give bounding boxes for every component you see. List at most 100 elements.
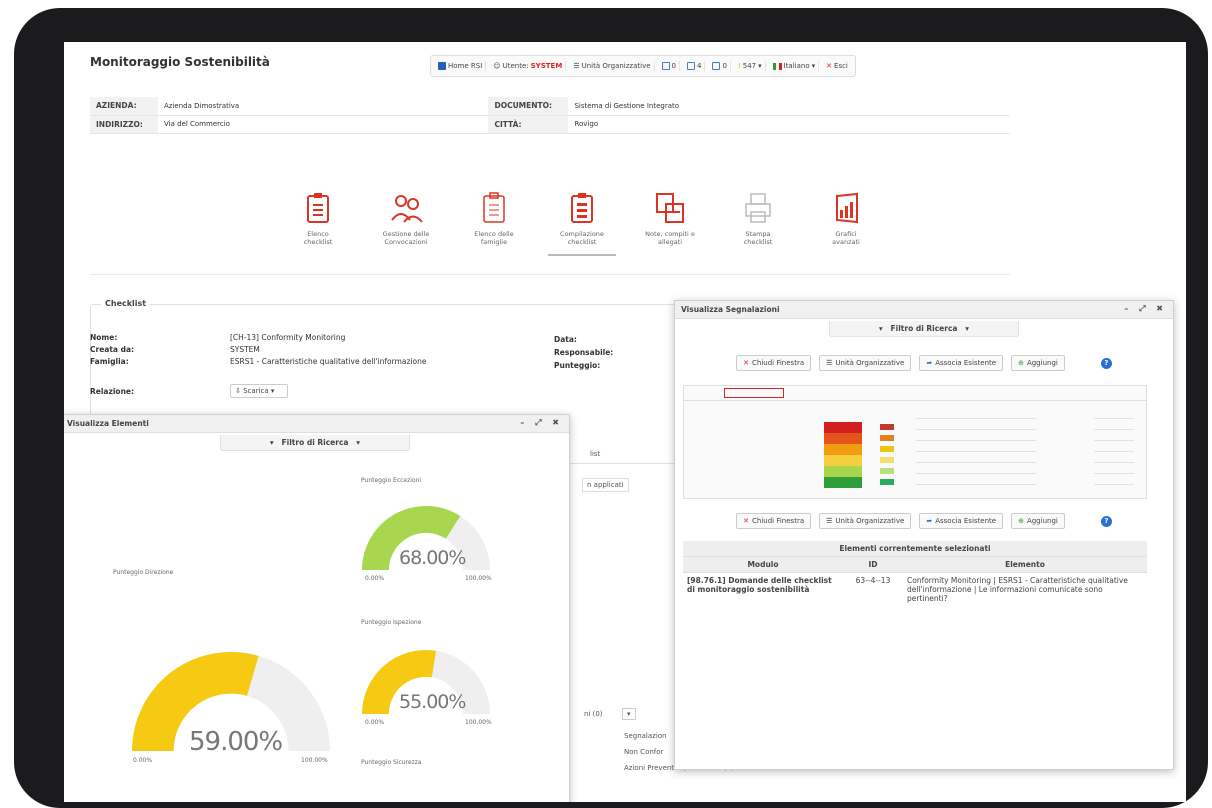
attachments-icon: [656, 193, 684, 223]
grafici-avanzati-button[interactable]: Grafici avanzati: [812, 192, 880, 256]
gauge-value: 59.00%: [189, 727, 283, 757]
close-icon: ✕: [743, 359, 750, 367]
gauge-value: 55.00%: [399, 691, 466, 713]
add-icon: ⊕: [1018, 517, 1024, 525]
unita-organizzative-button[interactable]: ☰ Unità Organizzative: [819, 513, 912, 529]
compilazione-checklist-button[interactable]: Compilazione checklist: [548, 192, 616, 256]
checklist-legend: Checklist: [101, 299, 151, 308]
elenco-famiglie-button[interactable]: Elenco delle famiglie: [460, 192, 528, 256]
exit-button[interactable]: ✕ Esci: [823, 61, 851, 71]
printer-icon: [745, 193, 771, 223]
elementi-header: Visualizza Elementi – ⤢ ✖: [64, 415, 569, 433]
data-label: Data:: [554, 335, 577, 344]
segnalazioni-filter-toggle[interactable]: ▾ Filtro di Ricerca ▾: [829, 321, 1019, 337]
close-icon: ✕: [826, 62, 833, 70]
gauge-min: 0.00%: [365, 719, 385, 726]
highlight-box: [724, 388, 784, 398]
bg-segnalazioni[interactable]: Segnalazion: [624, 732, 667, 740]
documento-value: Sistema di Gestione Integrato: [568, 97, 1010, 116]
indirizzo-value: Via del Commercio: [158, 115, 489, 134]
gestione-convocazioni-button[interactable]: Gestione delle Convocazioni: [372, 192, 440, 256]
azienda-value: Azienda Dimostrativa: [158, 97, 489, 116]
list-icon: ☰: [573, 62, 580, 70]
chiudi-finestra-button[interactable]: ✕ Chiudi Finestra: [736, 513, 812, 529]
elementi-panel: Visualizza Elementi – ⤢ ✖ ▾ Filtro di Ric…: [64, 414, 570, 802]
selected-table-title: Elementi correntemente selezionati: [683, 541, 1147, 557]
group-icon: [686, 62, 695, 70]
azienda-label: AZIENDA:: [90, 97, 158, 116]
elementi-filter-toggle[interactable]: ▾ Filtro di Ricerca ▾: [220, 435, 410, 451]
list-icon: ☰: [826, 359, 833, 367]
bg-count: ni (0): [584, 710, 603, 718]
counter-2[interactable]: 4: [684, 61, 706, 71]
note-compiti-allegati-button[interactable]: Note, compiti e allegati: [636, 192, 704, 256]
gauge-min: 0.00%: [133, 757, 153, 764]
citta-value: Rovigo: [568, 115, 1010, 134]
gauge-title: Punteggio Direzione: [113, 569, 174, 576]
app-title: Monitoraggio Sostenibilità: [90, 55, 270, 69]
help-icon[interactable]: ?: [1100, 357, 1112, 369]
app-screen: Monitoraggio Sostenibilità Home RSI ☺ Ute…: [64, 42, 1186, 802]
nome-value: [CH-13] Conformity Monitoring: [230, 333, 346, 342]
add-icon: ⊕: [1018, 359, 1024, 367]
org-units-button[interactable]: ☰ Unità Organizzative: [570, 61, 655, 71]
gauge-title: Punteggio Ispezione: [361, 619, 422, 626]
bg-applicati-button[interactable]: n applicati: [582, 478, 629, 492]
col-id: ID: [843, 556, 903, 573]
help-icon[interactable]: ?: [1100, 515, 1112, 527]
responsabile-label: Responsabile:: [554, 348, 614, 357]
aggiungi-button[interactable]: ⊕ Aggiungi: [1011, 355, 1065, 371]
share-icon: ➦: [926, 517, 933, 525]
window-controls[interactable]: – ⤢ ✖: [1124, 304, 1167, 314]
indirizzo-label: INDIRIZZO:: [90, 115, 158, 134]
gauge-max: 100.00%: [465, 575, 492, 582]
documento-label: DOCUMENTO:: [488, 97, 569, 116]
counter-3[interactable]: 0: [709, 61, 731, 71]
associa-esistente-button[interactable]: ➦ Associa Esistente: [919, 513, 1004, 529]
bg-non-conformita[interactable]: Non Confor: [624, 748, 663, 756]
scarica-select[interactable]: ⇩ Scarica ▾: [230, 384, 288, 398]
clipboard-icon: [307, 193, 329, 223]
gauge-value: 68.00%: [399, 547, 466, 569]
gauge-min: 0.00%: [365, 575, 385, 582]
gauge-max: 100.00%: [301, 757, 328, 764]
document-icon: [661, 62, 670, 70]
associa-esistente-button[interactable]: ➦ Associa Esistente: [919, 355, 1004, 371]
stampa-checklist-button[interactable]: Stampa checklist: [724, 192, 792, 256]
close-icon: ✕: [743, 517, 750, 525]
user-icon: ☺: [493, 62, 501, 70]
gauge-title: Punteggio Sicurezza: [361, 759, 422, 766]
divider: [90, 274, 1010, 275]
unita-organizzative-button[interactable]: ☰ Unità Organizzative: [819, 355, 912, 371]
citta-label: CITTÀ:: [488, 115, 569, 134]
nome-label: Nome:: [90, 333, 118, 342]
user-indicator[interactable]: ☺ Utente: SYSTEM: [490, 61, 567, 71]
home-button[interactable]: Home RSI: [435, 61, 487, 71]
col-elemento: Elemento: [903, 556, 1147, 573]
relazione-label: Relazione:: [90, 387, 135, 396]
chiudi-finestra-button[interactable]: ✕ Chiudi Finestra: [736, 355, 812, 371]
bg-dropdown[interactable]: ▾: [622, 708, 636, 720]
aggiungi-button[interactable]: ⊕ Aggiungi: [1011, 513, 1065, 529]
list-icon: ☰: [826, 517, 833, 525]
download-icon: ⇩: [235, 387, 241, 395]
counter-1[interactable]: 0: [659, 61, 680, 71]
language-select[interactable]: Italiano ▾: [770, 61, 820, 71]
chevron-down-icon: ▾: [811, 62, 816, 70]
creata-value: SYSTEM: [230, 345, 260, 354]
window-controls[interactable]: – ⤢ ✖: [520, 418, 563, 428]
bar-chart-icon: [836, 192, 858, 224]
italy-flag-icon: [772, 62, 782, 70]
clipboard-check-icon: [571, 193, 593, 223]
table-row[interactable]: [98.76.1] Domande delle checklist di mon…: [683, 573, 1147, 607]
clipboard-list-icon: [483, 192, 505, 223]
screenshot-thumbnail: [683, 385, 1147, 499]
creata-label: Creata da:: [90, 345, 135, 354]
segnalazioni-panel: Visualizza Segnalazioni – ⤢ ✖ ▾ Filtro di…: [674, 300, 1174, 770]
document-info-table: AZIENDA: Azienda Dimostrativa DOCUMENTO:…: [90, 97, 1010, 134]
warning-icon: !: [737, 62, 741, 70]
counter-4[interactable]: ! 547 ▾: [735, 61, 766, 71]
top-toolbar: Home RSI ☺ Utente: SYSTEM ☰ Unità Organizza…: [430, 55, 856, 77]
color-swatches: [880, 424, 894, 490]
elenco-checklist-button[interactable]: Elenco checklist: [284, 192, 352, 256]
